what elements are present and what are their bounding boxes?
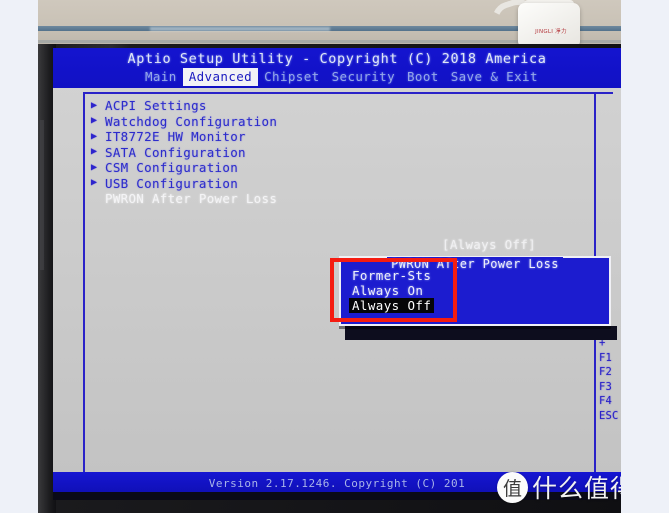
watermark-logo-icon: 值 — [497, 471, 528, 503]
tab-boot[interactable]: Boot — [401, 68, 445, 86]
bezel-highlight — [40, 120, 44, 270]
watermark-text: 什么值得买 — [532, 474, 621, 503]
tab-main[interactable]: Main — [139, 68, 183, 86]
submenu-arrow-icon: ▶ — [91, 177, 98, 189]
help-key-f4: F4 — [599, 395, 613, 407]
bios-help-key-column: + F1 F2 F3 F4 ESC — [599, 336, 621, 423]
bios-menu-list: ▶ ACPI Settings ▶ Watchdog Configuration… — [91, 98, 421, 207]
menu-item-label: ACPI Settings — [105, 98, 207, 114]
tab-save-exit[interactable]: Save & Exit — [445, 68, 544, 86]
tab-security[interactable]: Security — [326, 68, 401, 86]
menu-item-label: Watchdog Configuration — [105, 113, 278, 129]
submenu-arrow-icon: ▶ — [91, 99, 98, 111]
help-key-esc: ESC — [599, 409, 619, 422]
power-adapter — [518, 3, 580, 48]
help-key-f1: F1 — [599, 351, 613, 364]
watermark: 值 什么值得买 — [497, 469, 621, 505]
tab-advanced[interactable]: Advanced — [182, 68, 259, 86]
menu-item-csm-configuration[interactable]: ▶ CSM Configuration — [91, 160, 421, 176]
photo-of-monitor: JINGLI 凈力 Aptio Setup Utility - Copyrigh… — [0, 0, 621, 513]
tab-chipset[interactable]: Chipset — [258, 68, 325, 86]
dialog-drop-shadow — [345, 326, 617, 340]
wall-light-reflection — [150, 27, 330, 31]
menu-item-usb-configuration[interactable]: ▶ USB Configuration — [91, 176, 421, 192]
bios-tab-bar[interactable]: Main Advanced Chipset Security Boot Save… — [139, 68, 544, 86]
menu-item-label: PWRON After Power Loss — [105, 191, 278, 207]
pwron-current-value: [Always Off] — [442, 237, 536, 252]
help-key-f2: F2 — [599, 366, 613, 378]
menu-item-sata-configuration[interactable]: ▶ SATA Configuration — [91, 145, 421, 161]
menu-item-label: SATA Configuration — [105, 144, 246, 160]
screenshot-root: JINGLI 凈力 Aptio Setup Utility - Copyrigh… — [0, 0, 669, 513]
menu-item-label: CSM Configuration — [105, 160, 239, 176]
red-annotation-rectangle — [330, 258, 457, 322]
submenu-arrow-icon: ▶ — [91, 146, 98, 158]
menu-item-label: USB Configuration — [105, 175, 239, 191]
menu-item-it8772e-hw-monitor[interactable]: ▶ IT8772E HW Monitor — [91, 129, 421, 145]
bios-title: Aptio Setup Utility - Copyright (C) 2018… — [127, 51, 547, 67]
menu-item-label: IT8772E HW Monitor — [105, 129, 246, 145]
menu-item-watchdog-configuration[interactable]: ▶ Watchdog Configuration — [91, 114, 421, 130]
help-key-f3: F3 — [599, 380, 613, 393]
submenu-arrow-icon: ▶ — [91, 161, 98, 173]
submenu-arrow-icon: ▶ — [91, 115, 98, 127]
menu-item-acpi-settings[interactable]: ▶ ACPI Settings — [91, 98, 421, 114]
adapter-brand-label: JINGLI 凈力 — [535, 29, 567, 35]
submenu-arrow-icon: ▶ — [91, 130, 98, 142]
menu-item-pwron-after-power-loss[interactable]: PWRON After Power Loss — [91, 191, 421, 207]
